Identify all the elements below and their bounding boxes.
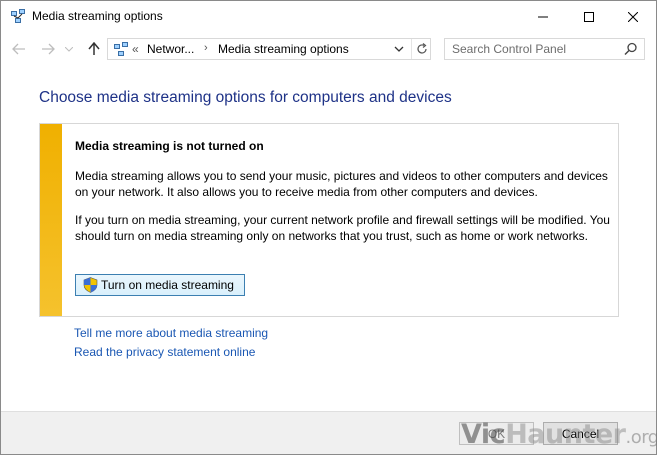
chevron-down-icon (394, 46, 404, 52)
breadcrumb-overflow[interactable]: « (132, 42, 139, 56)
address-dropdown-button[interactable] (392, 42, 406, 56)
breadcrumb-separator[interactable]: › (204, 42, 208, 54)
close-icon (628, 11, 638, 22)
arrow-up-icon (88, 42, 100, 55)
back-button[interactable] (10, 40, 28, 58)
panel-warning: If you turn on media streaming, your cur… (75, 213, 610, 243)
refresh-button[interactable] (411, 39, 431, 59)
window-title: Media streaming options (32, 9, 163, 23)
maximize-button[interactable] (566, 1, 612, 32)
up-button[interactable] (85, 40, 103, 58)
breadcrumb-media-streaming[interactable]: Media streaming options (218, 42, 349, 56)
network-folder-icon (10, 8, 26, 24)
panel-description: Media streaming allows you to send your … (75, 169, 608, 199)
address-bar[interactable]: « Networ... › Media streaming options (107, 38, 431, 60)
window: Media streaming options « Networ... › Me… (0, 0, 657, 455)
panel-accent-strip (40, 124, 62, 316)
search-icon[interactable] (624, 42, 638, 56)
search-input[interactable]: Search Control Panel (444, 38, 645, 60)
turn-on-media-streaming-button[interactable]: Turn on media streaming (75, 274, 245, 296)
uac-shield-icon (83, 277, 98, 293)
arrow-right-icon (42, 43, 55, 55)
navigation-bar: « Networ... › Media streaming options Se… (1, 32, 656, 65)
tell-me-more-link[interactable]: Tell me more about media streaming (74, 326, 268, 340)
recent-locations-button[interactable] (63, 40, 75, 58)
close-button[interactable] (610, 1, 656, 32)
privacy-statement-link[interactable]: Read the privacy statement online (74, 345, 255, 359)
title-bar[interactable]: Media streaming options (1, 1, 656, 32)
dialog-footer: OK Cancel (1, 411, 656, 454)
arrow-left-icon (12, 43, 25, 55)
minimize-icon (538, 16, 548, 17)
breadcrumb-network[interactable]: Networ... (147, 42, 194, 56)
chevron-down-icon (65, 46, 73, 52)
turn-on-button-label: Turn on media streaming (101, 278, 234, 292)
search-placeholder: Search Control Panel (452, 42, 567, 56)
maximize-icon (584, 11, 594, 22)
refresh-icon (416, 43, 427, 54)
ok-button[interactable]: OK (459, 422, 534, 445)
forward-button[interactable] (39, 40, 57, 58)
cancel-button[interactable]: Cancel (543, 422, 618, 445)
page-title: Choose media streaming options for compu… (39, 89, 452, 106)
info-panel: Media streaming is not turned on Media s… (39, 123, 619, 317)
minimize-button[interactable] (520, 1, 566, 32)
network-folder-icon (113, 41, 129, 57)
panel-heading: Media streaming is not turned on (75, 139, 264, 153)
